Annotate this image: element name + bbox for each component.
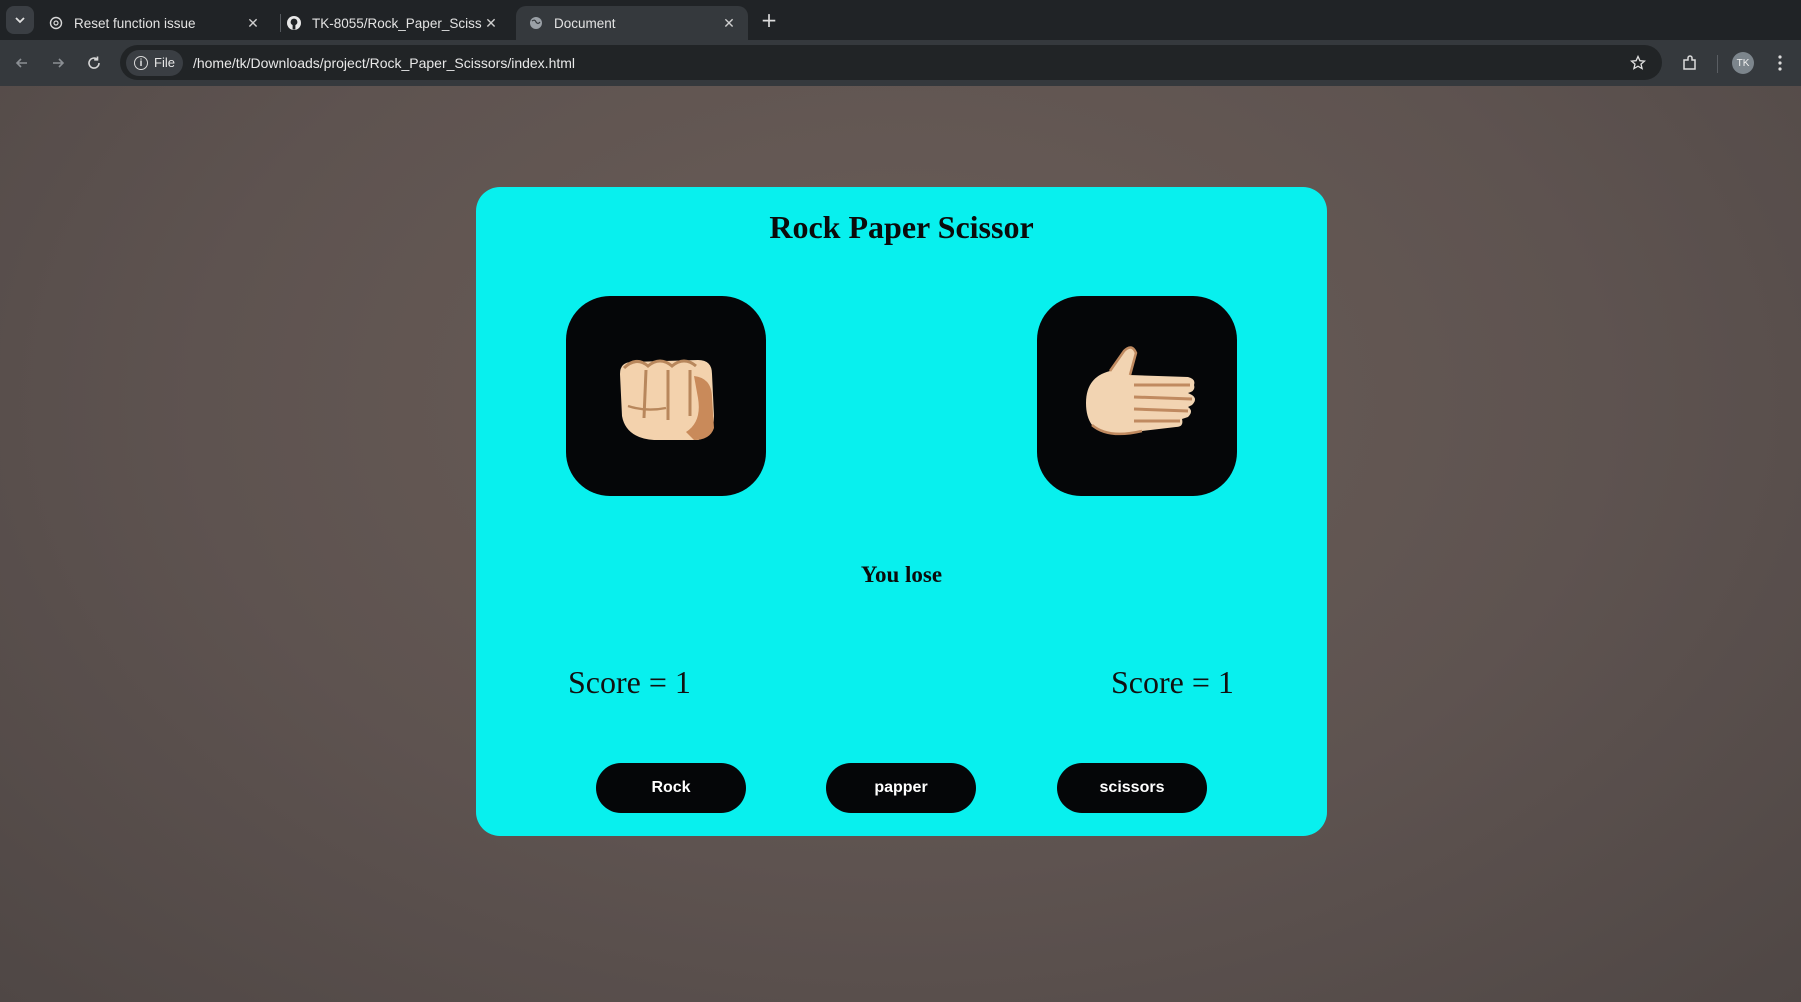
back-button[interactable] (10, 51, 34, 75)
player-choice-display (566, 296, 766, 496)
tab-document[interactable]: Document ✕ (516, 6, 748, 40)
kebab-menu-icon (1778, 55, 1782, 71)
player-score: Score = 1 (568, 664, 691, 700)
info-icon: i (134, 55, 148, 70)
paper-hand-icon (1086, 346, 1195, 436)
profile-avatar[interactable]: TK (1732, 52, 1754, 74)
computer-choice-display (1037, 296, 1237, 496)
game-card: Rock Paper Scissor You lose Score = 1 Sc… (476, 187, 1327, 836)
openai-icon (48, 15, 64, 31)
close-icon[interactable]: ✕ (482, 14, 500, 32)
globe-icon (528, 15, 544, 31)
paper-button[interactable]: papper (826, 763, 976, 813)
scissors-button[interactable]: scissors (1057, 763, 1207, 813)
forward-button[interactable] (46, 51, 70, 75)
result-message: You lose (860, 562, 943, 587)
bookmark-star-button[interactable] (1628, 53, 1648, 73)
reload-icon (88, 56, 100, 69)
site-info-chip[interactable]: i File (126, 49, 183, 76)
tab-github-repo[interactable]: TK-8055/Rock_Paper_Scisso ✕ (274, 6, 510, 40)
browser-menu-button[interactable] (1768, 51, 1792, 75)
chevron-down-icon (15, 17, 25, 24)
url-text[interactable]: /home/tk/Downloads/project/Rock_Paper_Sc… (193, 55, 575, 71)
reload-button[interactable] (82, 51, 106, 75)
close-icon[interactable]: ✕ (720, 14, 738, 32)
rock-fist-icon (620, 359, 714, 440)
close-icon[interactable]: ✕ (244, 14, 262, 32)
github-icon (286, 15, 302, 31)
computer-score: Score = 1 (1111, 664, 1234, 700)
site-info-label: File (154, 55, 175, 70)
browser-toolbar: i File /home/tk/Downloads/project/Rock_P… (0, 40, 1801, 86)
new-tab-button[interactable]: + (758, 8, 780, 32)
tab-strip: Reset function issue ✕ TK-8055/Rock_Pape… (0, 0, 1801, 40)
star-icon (1630, 55, 1646, 70)
plus-icon: + (760, 8, 778, 32)
tab-search-button[interactable] (6, 6, 34, 34)
arrow-left-icon (15, 58, 27, 68)
arrow-right-icon (53, 58, 65, 68)
game-title: Rock Paper Scissor (769, 209, 1034, 245)
tab-title: TK-8055/Rock_Paper_Scisso (312, 15, 482, 31)
puzzle-icon (1683, 55, 1696, 70)
tab-reset-function-issue[interactable]: Reset function issue ✕ (36, 6, 272, 40)
tab-title: Document (554, 15, 616, 31)
address-bar[interactable]: i File /home/tk/Downloads/project/Rock_P… (120, 45, 1662, 80)
toolbar-divider (1717, 55, 1718, 73)
extensions-button[interactable] (1678, 51, 1702, 75)
tab-title: Reset function issue (74, 15, 196, 31)
rock-button[interactable]: Rock (596, 763, 746, 813)
